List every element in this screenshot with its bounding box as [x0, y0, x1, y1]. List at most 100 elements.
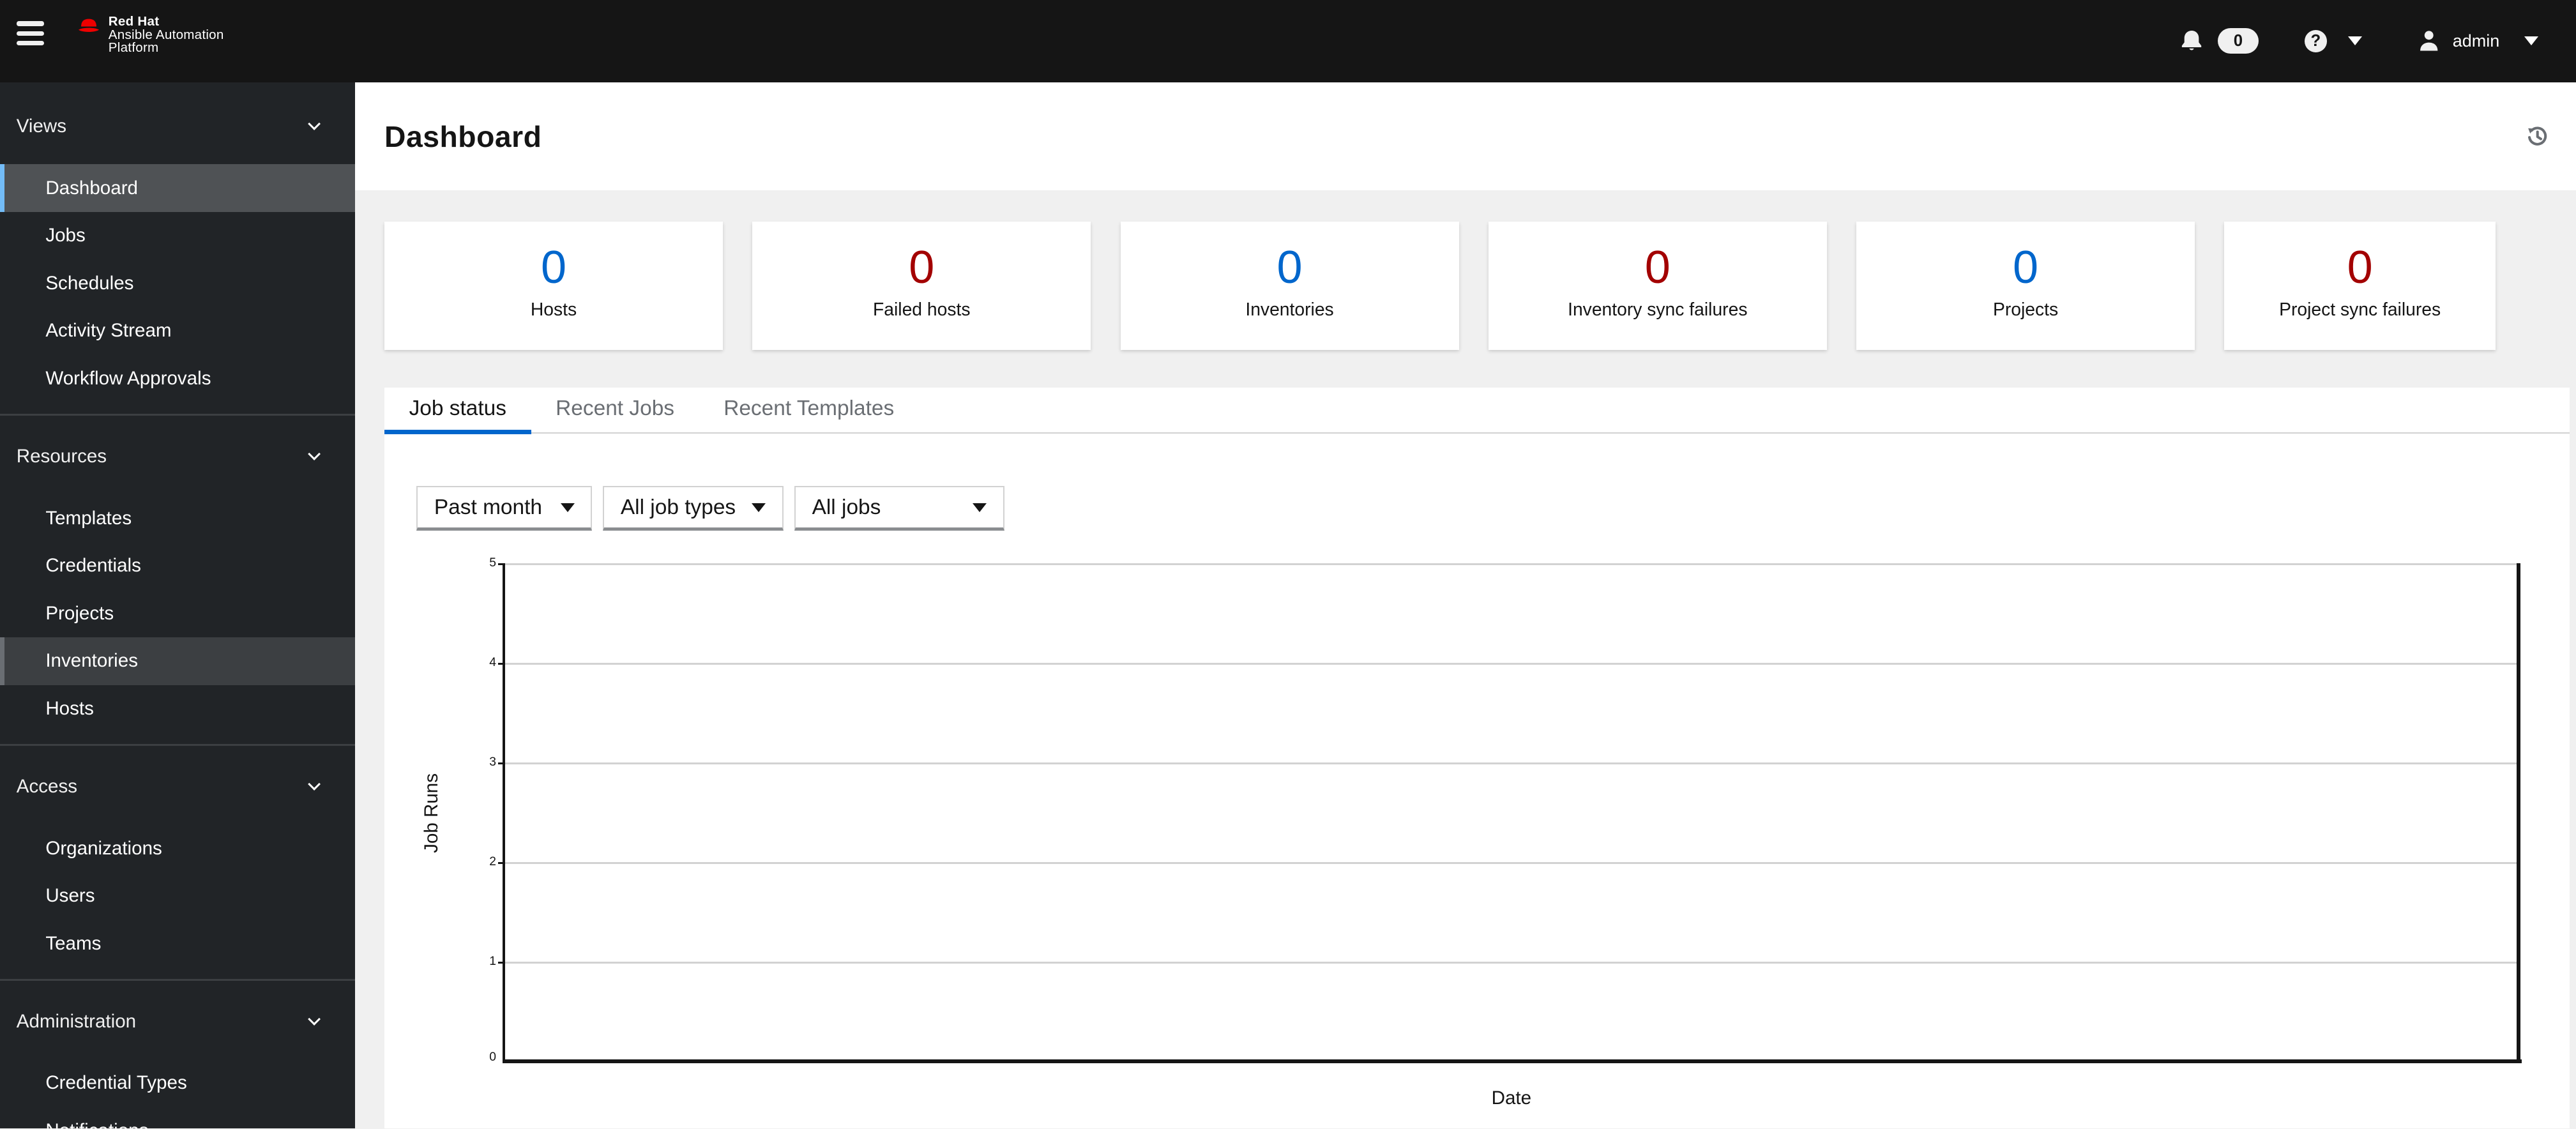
- gridline: [503, 862, 2520, 864]
- card-label: Inventory sync failures: [1568, 299, 1748, 320]
- page-title: Dashboard: [384, 119, 542, 153]
- gridline: [503, 762, 2520, 764]
- card-label: Failed hosts: [873, 299, 971, 320]
- user-menu-label[interactable]: admin: [2453, 31, 2500, 51]
- inventory-sync-failures-count-link[interactable]: 0: [1645, 243, 1671, 292]
- card-failed-hosts: 0 Failed hosts: [752, 222, 1091, 350]
- help-menu-caret-icon[interactable]: [2348, 36, 2363, 47]
- card-inventories: 0 Inventories: [1120, 222, 1459, 350]
- sidebar-item-activity-stream[interactable]: Activity Stream: [0, 307, 355, 355]
- sidebar-nav: Views Dashboard Jobs Schedules Activity …: [0, 82, 355, 1129]
- brand-line-3: Platform: [108, 40, 159, 55]
- sidebar-item-workflow-approvals[interactable]: Workflow Approvals: [0, 355, 355, 403]
- page-header: Dashboard: [354, 82, 2576, 191]
- nav-section-views[interactable]: Views: [0, 107, 355, 146]
- refresh-history-button[interactable]: [2527, 126, 2548, 147]
- card-inventory-sync-failures: 0 Inventory sync failures: [1488, 222, 1827, 350]
- notifications-button[interactable]: [2180, 29, 2203, 52]
- divider: [0, 414, 355, 416]
- history-icon: [2527, 126, 2547, 146]
- failed-hosts-count-link[interactable]: 0: [909, 243, 934, 292]
- sidebar-item-teams[interactable]: Teams: [0, 920, 355, 967]
- sidebar-item-credential-types[interactable]: Credential Types: [0, 1059, 355, 1107]
- select-caret-icon: [752, 503, 766, 513]
- gridline: [503, 563, 2520, 565]
- notification-count-badge[interactable]: 0: [2217, 28, 2259, 54]
- nav-section-access[interactable]: Access: [0, 767, 355, 807]
- card-label: Projects: [1992, 299, 2059, 320]
- y-tick-label: 5: [489, 556, 496, 570]
- projects-count-link[interactable]: 0: [2013, 243, 2038, 292]
- sidebar-item-inventories[interactable]: Inventories: [0, 637, 355, 685]
- masthead: Red Hat Ansible Automation Platform 0 ? …: [0, 0, 2576, 82]
- main-content: Dashboard 0 Hosts 0 Failed hosts 0 Inven…: [354, 82, 2576, 1129]
- tab-job-status[interactable]: Job status: [384, 388, 531, 434]
- chevron-down-icon: [308, 778, 321, 791]
- app-window: Red Hat Ansible Automation Platform 0 ? …: [0, 0, 2576, 1129]
- summary-cards: 0 Hosts 0 Failed hosts 0 Inventories 0 I…: [384, 222, 2496, 350]
- gridline: [503, 663, 2520, 665]
- job-runs-chart: 5 4 3 2 1 0: [489, 556, 2522, 1064]
- y-axis-title: Job Runs: [420, 773, 442, 853]
- user-menu-caret-icon[interactable]: [2524, 36, 2538, 47]
- help-icon[interactable]: ?: [2305, 29, 2327, 52]
- period-select[interactable]: Past month: [416, 486, 593, 531]
- brand-line-1: Red Hat: [108, 14, 160, 29]
- hosts-count-link[interactable]: 0: [541, 243, 566, 292]
- chevron-down-icon: [308, 1013, 321, 1026]
- jobs-select[interactable]: All jobs: [794, 486, 1005, 531]
- card-label: Hosts: [530, 299, 577, 320]
- y-tick-label: 4: [489, 656, 496, 669]
- chevron-down-icon: [308, 448, 321, 461]
- inventories-count-link[interactable]: 0: [1277, 243, 1302, 292]
- tab-bar: Job status Recent Jobs Recent Templates: [384, 388, 2570, 434]
- project-sync-failures-count-link[interactable]: 0: [2347, 243, 2373, 292]
- nav-toggle-hamburger-icon[interactable]: [16, 21, 45, 50]
- job-type-select[interactable]: All job types: [603, 486, 784, 531]
- user-avatar-icon: [2420, 31, 2438, 51]
- chart-right-border: [2517, 563, 2520, 1061]
- divider: [0, 744, 355, 746]
- tab-recent-jobs[interactable]: Recent Jobs: [531, 388, 699, 434]
- tick-mark: [497, 962, 503, 964]
- sidebar-item-notifications[interactable]: Notifications: [0, 1107, 355, 1129]
- card-label: Inventories: [1245, 299, 1334, 320]
- sidebar-item-hosts[interactable]: Hosts: [0, 685, 355, 733]
- brand-line-2: Ansible Automation: [108, 27, 224, 43]
- tick-mark: [497, 762, 503, 764]
- bell-icon: [2181, 31, 2201, 50]
- sidebar-item-schedules[interactable]: Schedules: [0, 259, 355, 307]
- y-tick-label: 1: [489, 954, 496, 968]
- select-caret-icon: [560, 503, 575, 513]
- x-axis-title: Date: [1491, 1087, 1532, 1109]
- sidebar-item-organizations[interactable]: Organizations: [0, 824, 355, 872]
- y-tick-label: 2: [489, 854, 496, 868]
- tab-recent-templates[interactable]: Recent Templates: [699, 388, 919, 434]
- card-hosts: 0 Hosts: [384, 222, 723, 350]
- chevron-down-icon: [308, 117, 321, 131]
- brand-logo: Red Hat Ansible Automation Platform: [77, 15, 224, 54]
- card-label: Project sync failures: [2279, 299, 2441, 320]
- sidebar-item-dashboard[interactable]: Dashboard: [0, 164, 355, 212]
- select-caret-icon: [973, 503, 987, 513]
- dashboard-graph-panel: Job status Recent Jobs Recent Templates …: [384, 388, 2570, 1129]
- sidebar-item-projects[interactable]: Projects: [0, 589, 355, 637]
- sidebar-item-jobs[interactable]: Jobs: [0, 212, 355, 260]
- gridline: [503, 962, 2520, 964]
- tick-mark: [497, 663, 503, 665]
- sidebar-item-credentials[interactable]: Credentials: [0, 542, 355, 590]
- nav-section-administration[interactable]: Administration: [0, 1002, 355, 1042]
- red-hat-fedora-icon: [78, 19, 99, 32]
- y-tick-label: 0: [489, 1050, 496, 1065]
- card-project-sync-failures: 0 Project sync failures: [2224, 222, 2496, 350]
- y-axis-line: [503, 563, 506, 1061]
- divider: [0, 979, 355, 981]
- x-axis-line: [503, 1059, 2522, 1063]
- sidebar-item-users[interactable]: Users: [0, 872, 355, 920]
- chart-filters: Past month All job types All jobs: [416, 486, 2570, 531]
- tick-mark: [497, 563, 503, 565]
- tick-mark: [497, 862, 503, 864]
- sidebar-item-templates[interactable]: Templates: [0, 494, 355, 542]
- nav-section-resources[interactable]: Resources: [0, 437, 355, 476]
- y-tick-label: 3: [489, 755, 496, 769]
